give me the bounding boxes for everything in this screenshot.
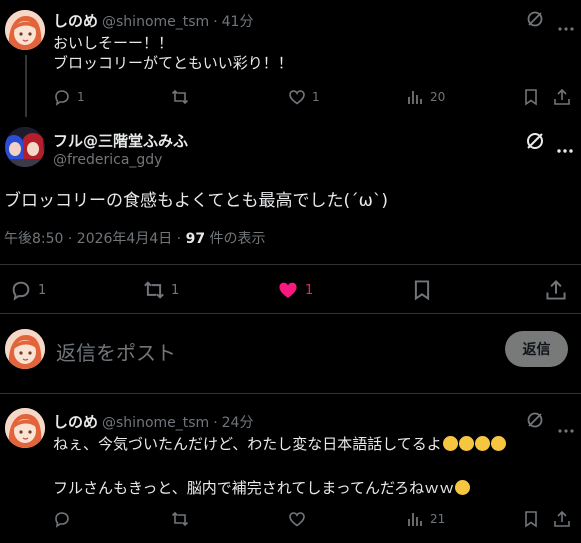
author-name[interactable]: しのめ bbox=[53, 10, 98, 31]
author-name[interactable]: フル@三階堂ふみふ bbox=[53, 130, 188, 151]
retweet-icon bbox=[171, 511, 189, 527]
like-count: 1 bbox=[305, 282, 314, 298]
like-count: 1 bbox=[312, 90, 320, 104]
divider bbox=[0, 264, 581, 265]
pleading-face-emoji bbox=[442, 436, 458, 451]
reply-action[interactable]: 1 bbox=[53, 88, 85, 106]
divider bbox=[0, 313, 581, 314]
share-icon[interactable] bbox=[553, 510, 571, 532]
share-icon[interactable] bbox=[553, 88, 571, 110]
retweet-icon bbox=[144, 281, 164, 299]
like-icon bbox=[289, 90, 305, 105]
author-name[interactable]: しのめ bbox=[53, 411, 98, 432]
reply-action[interactable] bbox=[53, 510, 77, 528]
bookmark-icon[interactable] bbox=[522, 88, 540, 110]
retweet-count: 1 bbox=[171, 282, 180, 298]
retweet-action[interactable] bbox=[171, 510, 195, 528]
reply-icon bbox=[55, 90, 69, 106]
divider bbox=[0, 393, 581, 394]
avatar[interactable] bbox=[5, 127, 45, 167]
reply-count: 1 bbox=[38, 282, 47, 298]
tears-of-joy-emoji bbox=[458, 436, 474, 451]
more-icon[interactable] bbox=[558, 16, 574, 35]
reply-icon bbox=[12, 281, 30, 301]
author-handle[interactable]: @shinome_tsm bbox=[102, 415, 209, 431]
bookmark-icon[interactable] bbox=[522, 510, 540, 532]
grinning-face-emoji bbox=[455, 480, 471, 495]
like-icon bbox=[279, 282, 297, 298]
post-time[interactable]: 41分 bbox=[222, 11, 254, 31]
views-action[interactable]: 20 bbox=[406, 88, 445, 106]
tears-of-joy-emoji bbox=[490, 436, 506, 451]
views-action[interactable]: 21 bbox=[406, 510, 445, 528]
reply-count: 1 bbox=[77, 90, 85, 104]
post-text-line1: ねぇ、今気づいたんだけど、わたし変な日本語話してるよ bbox=[53, 435, 442, 453]
post-time[interactable]: 24分 bbox=[222, 412, 254, 432]
like-icon bbox=[289, 512, 305, 527]
post-text: おいしそーー！！ ブロッコリーがてともいい彩り！！ bbox=[53, 34, 293, 72]
views-icon bbox=[408, 91, 422, 104]
reply-icon bbox=[55, 512, 69, 528]
avatar[interactable] bbox=[5, 10, 45, 50]
grok-icon[interactable] bbox=[525, 131, 545, 155]
author-handle[interactable]: @frederica_gdy bbox=[53, 152, 162, 168]
post-timestamp[interactable]: 午後8:50 · 2026年4月4日 · bbox=[4, 231, 186, 247]
view-suffix: 件の表示 bbox=[205, 231, 266, 247]
tears-of-joy-emoji bbox=[474, 436, 490, 451]
retweet-icon bbox=[171, 89, 189, 105]
separator-dot: · bbox=[213, 14, 218, 30]
grok-icon[interactable] bbox=[526, 10, 544, 32]
reply-input[interactable]: 返信をポスト bbox=[56, 337, 486, 366]
like-action[interactable] bbox=[288, 510, 312, 528]
views-icon bbox=[408, 513, 422, 526]
post-timestamp-line: 午後8:50 · 2026年4月4日 · 97 件の表示 bbox=[4, 228, 266, 248]
author-handle[interactable]: @shinome_tsm bbox=[102, 14, 209, 30]
more-icon[interactable] bbox=[557, 138, 573, 157]
views-count: 20 bbox=[430, 90, 446, 104]
grok-icon[interactable] bbox=[526, 411, 544, 433]
like-action[interactable]: 1 bbox=[288, 88, 320, 106]
separator-dot: · bbox=[213, 415, 218, 431]
bookmark-icon[interactable] bbox=[411, 279, 433, 305]
retweet-action[interactable]: 1 bbox=[143, 279, 179, 301]
share-icon[interactable] bbox=[545, 279, 567, 305]
thread-line bbox=[25, 55, 27, 117]
views-count: 21 bbox=[430, 512, 446, 526]
like-action[interactable]: 1 bbox=[277, 279, 313, 301]
reply-action[interactable]: 1 bbox=[10, 279, 46, 301]
avatar[interactable] bbox=[5, 408, 45, 448]
post-text: ブロッコリーの食感もよくてとも最高でした(´ω`) bbox=[4, 191, 388, 211]
avatar[interactable] bbox=[5, 329, 45, 369]
view-count: 97 bbox=[185, 231, 206, 247]
reply-submit-button[interactable]: 返信 bbox=[505, 331, 568, 367]
retweet-action[interactable] bbox=[171, 88, 195, 106]
post-text-line2: フルさんもきっと、脳内で補完されてしまってんだろねｗｗ bbox=[53, 479, 455, 497]
